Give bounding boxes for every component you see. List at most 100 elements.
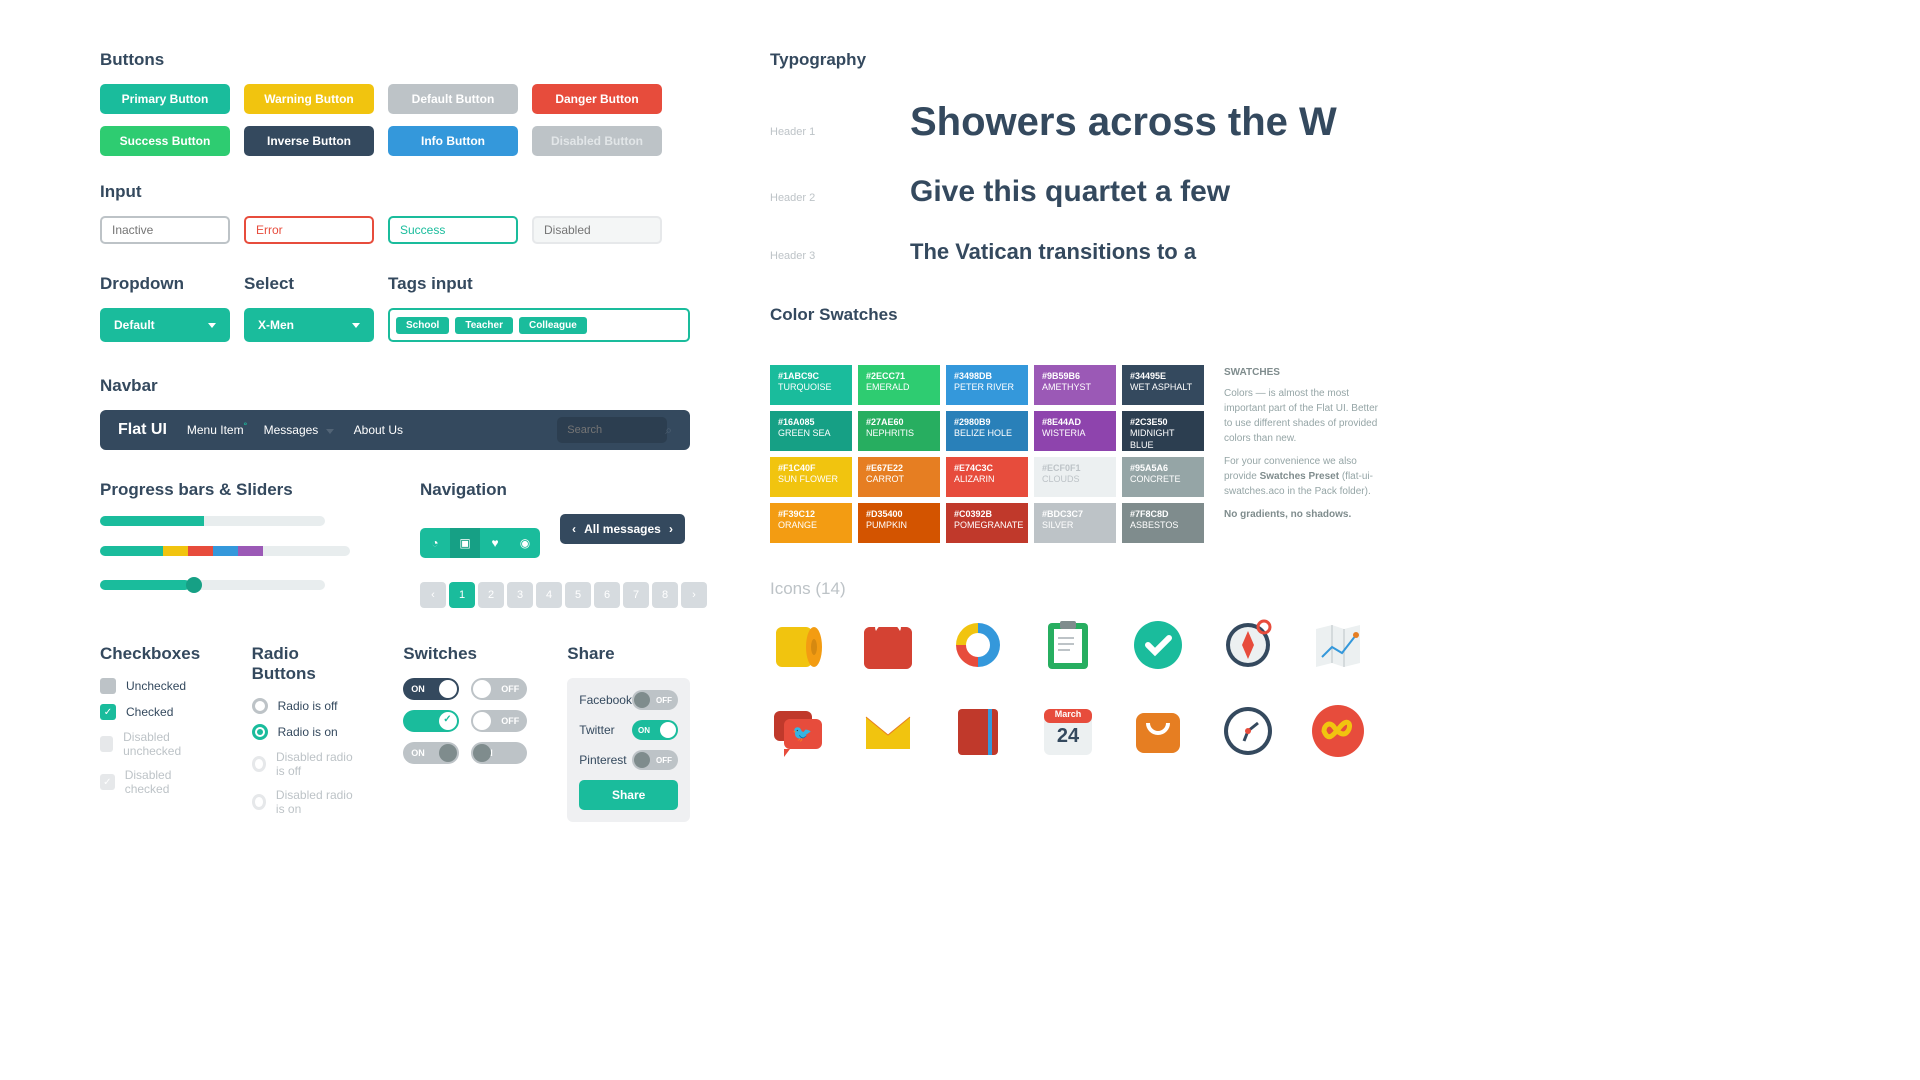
swatch-wisteria: #8E44ADWISTERIA: [1034, 411, 1116, 451]
page-3[interactable]: 3: [507, 582, 533, 608]
clock-icon[interactable]: ◔: [420, 528, 450, 558]
swatch-wet-asphalt: #34495EWET ASPHALT: [1122, 365, 1204, 405]
nav-menu-item[interactable]: Menu Item: [187, 423, 244, 437]
info-button[interactable]: Info Button: [388, 126, 518, 156]
switch-off-2[interactable]: OFF: [471, 710, 527, 732]
share-facebook-toggle[interactable]: OFF: [632, 690, 678, 710]
checkbox-disabled-checked: ✓: [100, 774, 115, 790]
success-button[interactable]: Success Button: [100, 126, 230, 156]
switches-heading: Switches: [403, 644, 527, 664]
all-messages-button[interactable]: ‹ All messages ›: [560, 514, 685, 544]
swatches-grid: #1ABC9CTURQUOISE#2ECC71EMERALD#3498DBPET…: [770, 365, 1204, 543]
radio-on[interactable]: [252, 724, 268, 740]
page-1[interactable]: 1: [449, 582, 475, 608]
page-6[interactable]: 6: [594, 582, 620, 608]
navigation-heading: Navigation: [420, 480, 707, 500]
nav-icon-group: ◔ ▣ ♥ ◉: [420, 528, 540, 558]
nav-about[interactable]: About Us: [354, 423, 403, 437]
radio-off[interactable]: [252, 698, 268, 714]
switch-off[interactable]: OFF: [471, 678, 527, 700]
compass-icon: [1220, 617, 1276, 673]
swatch-turquoise: #1ABC9CTURQUOISE: [770, 365, 852, 405]
camera-icon[interactable]: ▣: [450, 528, 480, 558]
swatches-heading: Color Swatches: [770, 305, 1820, 325]
page-prev[interactable]: ‹: [420, 582, 446, 608]
checkbox-checked[interactable]: ✓: [100, 704, 116, 720]
switch-on-dark[interactable]: ON: [403, 678, 459, 700]
share-twitter-toggle[interactable]: ON: [632, 720, 678, 740]
switch-on-check[interactable]: -: [403, 710, 459, 732]
tag[interactable]: Teacher: [455, 317, 513, 334]
chevron-left-icon: ‹: [572, 522, 576, 536]
nav-messages[interactable]: Messages: [264, 423, 334, 437]
caret-down-icon: [352, 323, 360, 328]
success-input[interactable]: [388, 216, 518, 244]
caret-down-icon: [208, 323, 216, 328]
header2-text: Give this quartet a few: [910, 175, 1230, 209]
primary-button[interactable]: Primary Button: [100, 84, 230, 114]
inactive-input[interactable]: [100, 216, 230, 244]
disabled-button: Disabled Button: [532, 126, 662, 156]
progress-heading: Progress bars & Sliders: [100, 480, 350, 500]
page-next[interactable]: ›: [681, 582, 707, 608]
share-button[interactable]: Share: [579, 780, 678, 810]
progress-bar: [100, 516, 325, 526]
swatch-amethyst: #9B59B6AMETHYST: [1034, 365, 1116, 405]
page-5[interactable]: 5: [565, 582, 591, 608]
clipboard-icon: [1040, 617, 1096, 673]
swatch-silver: #BDC3C7SILVER: [1034, 503, 1116, 543]
buttons-heading: Buttons: [100, 50, 690, 70]
warning-button[interactable]: Warning Button: [244, 84, 374, 114]
slider[interactable]: [100, 580, 325, 590]
segmented-progress: [100, 546, 350, 556]
inverse-button[interactable]: Inverse Button: [244, 126, 374, 156]
book-icon: [950, 703, 1006, 759]
navbar-brand[interactable]: Flat UI: [118, 421, 167, 439]
disabled-input: [532, 216, 662, 244]
map-icon: [1310, 617, 1366, 673]
input-heading: Input: [100, 182, 690, 202]
navbar-search-input[interactable]: [557, 417, 667, 443]
icons-grid: 🐦 March24: [770, 617, 1820, 759]
swatch-concrete: #95A5A6CONCRETE: [1122, 457, 1204, 497]
page-4[interactable]: 4: [536, 582, 562, 608]
default-button[interactable]: Default Button: [388, 84, 518, 114]
share-pinterest-toggle[interactable]: OFF: [632, 750, 678, 770]
slider-handle[interactable]: [186, 577, 202, 593]
checkbox-unchecked[interactable]: [100, 678, 116, 694]
select-label: X-Men: [258, 318, 294, 332]
tag[interactable]: School: [396, 317, 449, 334]
navbar-heading: Navbar: [100, 376, 690, 396]
switch-on-alt[interactable]: ON: [471, 742, 527, 764]
header3-label: Header 3: [770, 250, 850, 262]
page-7[interactable]: 7: [623, 582, 649, 608]
switch-on-light[interactable]: ON: [403, 742, 459, 764]
danger-button[interactable]: Danger Button: [532, 84, 662, 114]
swatch-carrot: #E67E22CARROT: [858, 457, 940, 497]
dropdown[interactable]: Default: [100, 308, 230, 342]
swatch-emerald: #2ECC71EMERALD: [858, 365, 940, 405]
calendar-icon: March24: [1040, 703, 1096, 759]
swatch-alizarin: #E74C3CALIZARIN: [946, 457, 1028, 497]
swatch-midnight-blue: #2C3E50MIDNIGHT BLUE: [1122, 411, 1204, 451]
caret-down-icon: [326, 429, 334, 434]
dropdown-label: Default: [114, 318, 155, 332]
radio-disabled-off: [252, 756, 266, 772]
swatch-pomegranate: #C0392BPOMEGRANATE: [946, 503, 1028, 543]
select[interactable]: X-Men: [244, 308, 374, 342]
typography-heading: Typography: [770, 50, 1820, 70]
search-icon[interactable]: ⌕: [665, 423, 672, 438]
swatch-sun-flower: #F1C40FSUN FLOWER: [770, 457, 852, 497]
eye-icon[interactable]: ◉: [510, 528, 540, 558]
tag[interactable]: Colleague: [519, 317, 587, 334]
header2-label: Header 2: [770, 192, 850, 204]
tags-input[interactable]: School Teacher Colleague: [388, 308, 690, 342]
page-8[interactable]: 8: [652, 582, 678, 608]
swatch-nephritis: #27AE60NEPHRITIS: [858, 411, 940, 451]
error-input[interactable]: [244, 216, 374, 244]
infinity-icon: [1310, 703, 1366, 759]
page-2[interactable]: 2: [478, 582, 504, 608]
radio-disabled-on: [252, 794, 266, 810]
heart-icon[interactable]: ♥: [480, 528, 510, 558]
select-heading: Select: [244, 274, 374, 294]
